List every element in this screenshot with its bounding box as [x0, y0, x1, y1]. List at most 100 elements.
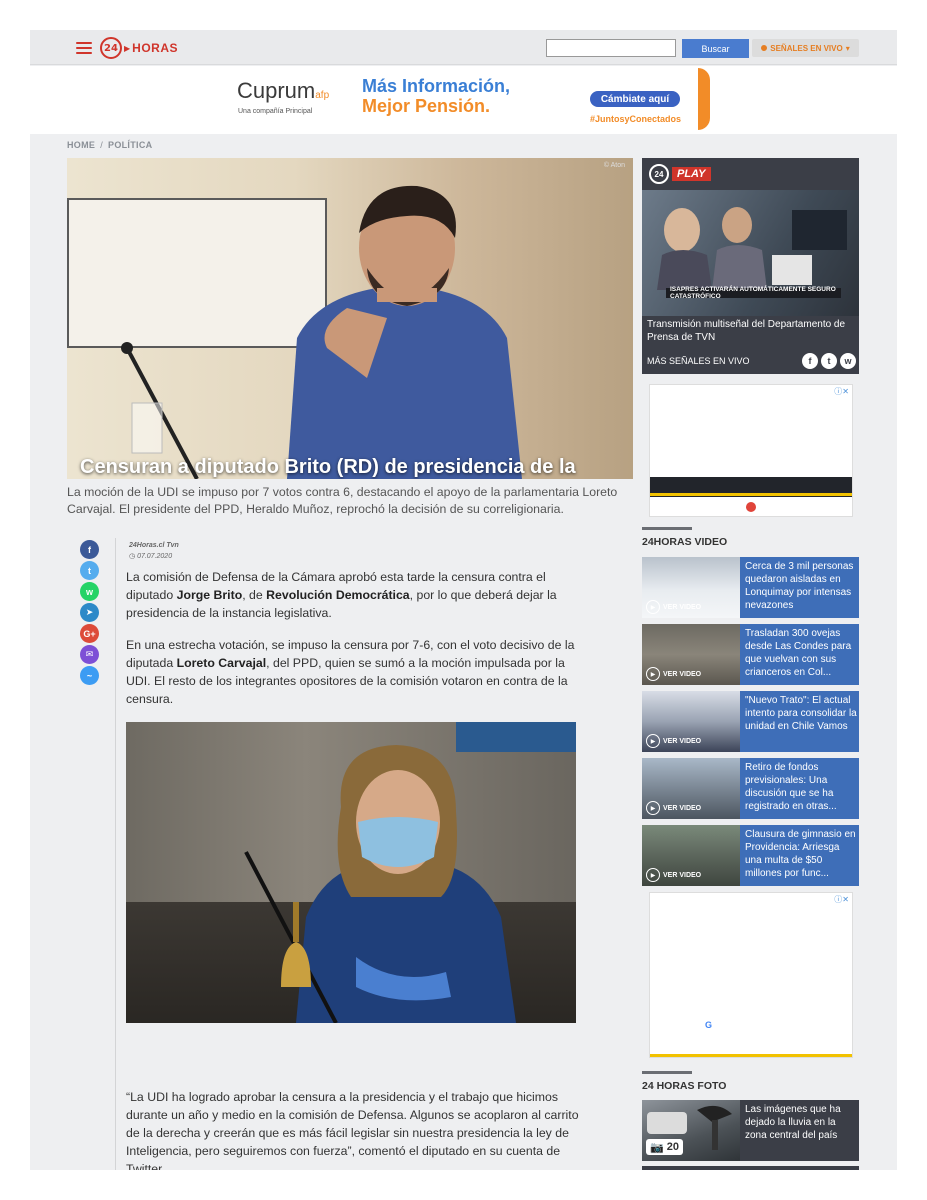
ad-info-icon[interactable]: ⓘ✕ [834, 386, 849, 397]
video-thumbnail[interactable]: ▶ VER VIDEO [642, 557, 740, 618]
breadcrumb-section[interactable]: POLÍTICA [108, 140, 152, 150]
telegram-icon[interactable]: ➤ [80, 603, 99, 622]
video-card[interactable]: ▶ VER VIDEO "Nuevo Trato": El actual inten… [642, 691, 859, 752]
photo-gallery-thumbnail: 📷 20 [642, 1100, 740, 1161]
play-video-button[interactable]: ▶ VER VIDEO [646, 667, 701, 681]
facebook-icon[interactable]: f [80, 540, 99, 559]
breadcrumb-home[interactable]: HOME [67, 140, 95, 150]
messenger-icon[interactable]: ~ [80, 666, 99, 685]
ad-cta-button[interactable]: Cámbiate aquí [590, 91, 680, 107]
ad-brand: Cuprumafp [237, 78, 330, 103]
facebook-icon[interactable]: f [802, 353, 818, 369]
play-video-button[interactable]: ▶ VER VIDEO [646, 600, 701, 614]
video-thumbnail[interactable]: ▶ VER VIDEO [642, 825, 740, 886]
logo-arrow-icon: ▶ [124, 43, 131, 53]
link-jorge-brito[interactable]: Jorge Brito [177, 588, 243, 602]
article-paragraph-3: “La UDI ha logrado aprobar la censura a … [126, 1090, 579, 1170]
article-title: Censuran a diputado Brito (RD) de presid… [80, 456, 576, 478]
video-title[interactable]: "Nuevo Trato": El actual intento para co… [745, 694, 857, 733]
24play-description: Transmisión multiseñal del Departamento … [647, 319, 846, 343]
ad-swoosh-graphic [698, 68, 710, 130]
play-video-button[interactable]: ▶ VER VIDEO [646, 868, 701, 882]
logo-text: HORAS [132, 41, 178, 55]
24play-logo: 24 PLAY [649, 164, 711, 184]
clock-icon: ◷ [129, 553, 138, 560]
play-video-label: VER VIDEO [663, 603, 702, 611]
whatsapp-icon[interactable]: w [840, 353, 856, 369]
email-icon[interactable]: ✉ [80, 645, 99, 664]
photo-credit: © Aton [603, 162, 625, 169]
article-date: ◷ 07.07.2020 [129, 553, 173, 560]
hero-image: © Aton Censuran a diputado Brito (RD) de… [67, 158, 633, 479]
chevron-down-icon: ▾ [845, 43, 850, 53]
article-lead: La moción de la UDI se impuso por 7 voto… [67, 485, 618, 516]
sidebar-ad-2[interactable]: ⓘ✕ G [649, 892, 853, 1058]
video-thumbnail[interactable]: ▶ VER VIDEO [642, 691, 740, 752]
video-section-rule [642, 527, 692, 530]
video-card[interactable]: ▶ VER VIDEO Clausura de gimnasio en Provid… [642, 825, 859, 886]
ad-brand-sub: Una compañía Principal [238, 108, 313, 115]
link-loreto-carvajal[interactable]: Loreto Carvajal [177, 656, 267, 670]
play-icon: ▶ [646, 801, 660, 815]
share-column: f t w ➤ G+ ✉ ~ [80, 540, 100, 687]
video-title[interactable]: Retiro de fondos previsionales: Una disc… [745, 761, 857, 813]
ad-banner[interactable]: Cuprumafp Una compañía Principal Más Inf… [30, 66, 897, 134]
24play-social-icons: f t w [802, 353, 856, 369]
play-video-label: VER VIDEO [663, 871, 702, 879]
live-signals-button[interactable]: SEÑALES EN VIVO ▾ [752, 39, 859, 57]
play-video-label: VER VIDEO [663, 804, 702, 812]
play-video-label: VER VIDEO [663, 670, 702, 678]
ad-hashtag: #JuntosyConectados [590, 114, 682, 124]
play-video-button[interactable]: ▶ VER VIDEO [646, 801, 701, 815]
search-input[interactable] [546, 39, 676, 57]
play-icon: ▶ [646, 600, 660, 614]
24play-ticker: ISAPRES ACTIVARÁN AUTOMÁTICAMENTE SEGURO… [666, 286, 841, 300]
play-video-label: VER VIDEO [663, 737, 702, 745]
video-title[interactable]: Trasladan 300 ovejas desde Las Condes pa… [745, 627, 857, 679]
article-paragraph-2: En una estrecha votación, se impuso la c… [126, 638, 575, 706]
photo-count-badge: 📷 20 [646, 1139, 683, 1155]
logo-circle: 24 [100, 37, 122, 59]
video-card[interactable]: ▶ VER VIDEO Retiro de fondos previsionales… [642, 758, 859, 819]
twitter-icon[interactable]: t [821, 353, 837, 369]
play-video-button[interactable]: ▶ VER VIDEO [646, 734, 701, 748]
link-revolucion-democratica[interactable]: Revolución Democrática [266, 588, 410, 602]
twitter-icon[interactable]: t [80, 561, 99, 580]
video-thumbnail[interactable]: ▶ VER VIDEO [642, 624, 740, 685]
search-button[interactable]: Buscar [682, 39, 749, 58]
ad-end-call-icon[interactable] [746, 502, 756, 512]
ad-headline: Más Información, Mejor Pensión. [362, 76, 511, 116]
video-card[interactable]: ▶ VER VIDEO Trasladan 300 ovejas desde Las… [642, 624, 859, 685]
hamburger-menu-icon[interactable] [76, 42, 92, 54]
video-section-title: 24HORAS VIDEO [642, 536, 728, 548]
video-title[interactable]: Clausura de gimnasio en Providencia: Arr… [745, 828, 857, 880]
play-icon: ▶ [646, 868, 660, 882]
play-icon: ▶ [646, 667, 660, 681]
photo-gallery-title[interactable]: Las imágenes que ha dejado la lluvia en … [745, 1103, 857, 1142]
sidebar-ad-1[interactable]: ⓘ✕ [649, 384, 853, 517]
24play-widget[interactable]: 24 PLAY ISAPRES ACTIVARÁN AUTOMÁTICAMENT… [642, 158, 859, 374]
water-glass-graphic [131, 402, 163, 454]
ad-info-icon[interactable]: ⓘ✕ [834, 894, 849, 905]
camera-icon: 📷 [650, 1141, 664, 1154]
whatsapp-icon[interactable]: w [80, 582, 99, 601]
article-divider [115, 538, 116, 1170]
more-live-signals-link[interactable]: MÁS SEÑALES EN VIVO [647, 356, 750, 366]
article-photo [126, 722, 576, 1023]
video-card[interactable]: ▶ VER VIDEO Cerca de 3 mil personas quedar… [642, 557, 859, 618]
video-thumbnail[interactable]: ▶ VER VIDEO [642, 758, 740, 819]
play-icon: ▶ [646, 734, 660, 748]
photo-gallery-card[interactable]: 📷 20 Las imágenes que ha dejado la lluvia… [642, 1100, 859, 1161]
google-plus-icon[interactable]: G+ [80, 624, 99, 643]
site-logo[interactable]: 24 ▶ HORAS [100, 37, 178, 59]
video-title[interactable]: Cerca de 3 mil personas quedaron aislada… [745, 560, 857, 612]
thumbnail-people-graphic [657, 207, 847, 290]
photo-section-title: 24 HORAS FOTO [642, 1080, 727, 1092]
ad-progress-line [650, 1054, 852, 1057]
breadcrumb: HOME / POLÍTICA [67, 140, 153, 150]
ad-progress-line [650, 493, 852, 496]
article-byline: 24Horas.cl Tvn [129, 542, 179, 549]
live-dot-icon [761, 45, 768, 51]
hero-person-figure [287, 185, 522, 479]
24play-video-thumbnail[interactable]: ISAPRES ACTIVARÁN AUTOMÁTICAMENTE SEGURO… [642, 190, 859, 316]
